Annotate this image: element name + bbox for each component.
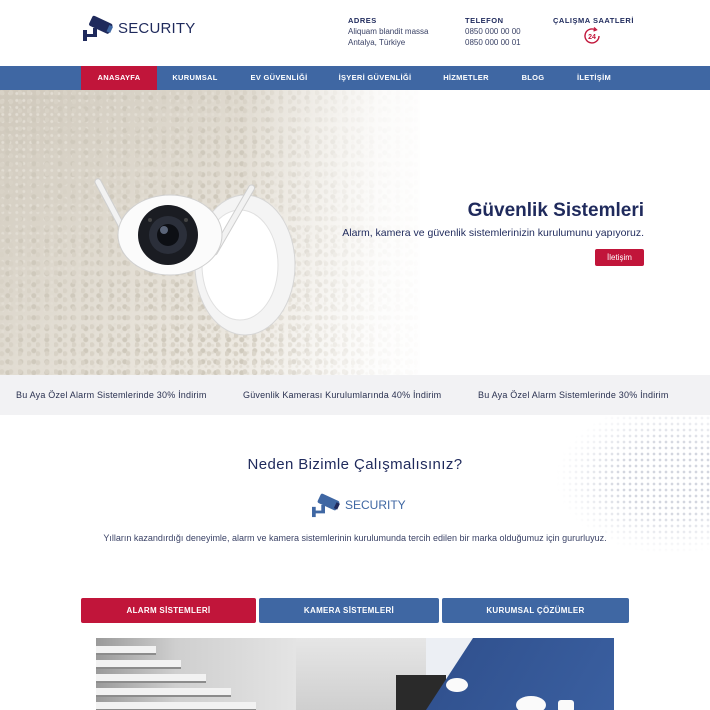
ticker-item[interactable]: Bu Aya Özel Alarm Sistemlerinde 30% İndi… (16, 375, 207, 415)
alarm-device (446, 678, 468, 692)
nav-item-ev-guvenligi[interactable]: EV GÜVENLİĞİ (241, 66, 317, 90)
hours-label: ÇALIŞMA SAATLERİ (553, 16, 634, 25)
why-title: Neden Bizimle Çalışmalısınız? (247, 456, 463, 473)
nav-item-iletisim[interactable]: İLETİŞİM (568, 66, 620, 90)
address-line-2: Antalya, Türkiye (348, 38, 406, 47)
phone-line-1[interactable]: 0850 000 00 00 (465, 26, 521, 37)
phone-label: TELEFON (465, 16, 504, 25)
nav-item-anasayfa[interactable]: ANASAYFA (81, 66, 157, 90)
phone-line-2[interactable]: 0850 000 00 01 (465, 37, 521, 48)
why-description: Yılların kazandırdığı deneyimle, alarm v… (103, 533, 607, 543)
alarm-systems-image (96, 638, 614, 710)
hero-title: Güvenlik Sistemleri (467, 200, 644, 221)
alarm-device (516, 696, 546, 710)
stairs-photo (96, 638, 296, 710)
main-navigation: ANASAYFA KURUMSAL EV GÜVENLİĞİ İŞYERİ GÜ… (0, 66, 710, 90)
step (96, 660, 181, 669)
tab-alarm-sistemleri[interactable]: ALARM SİSTEMLERİ (81, 598, 256, 623)
nav-item-hizmetler[interactable]: HİZMETLER (434, 66, 498, 90)
step (96, 688, 231, 697)
hero-subtitle: Alarm, kamera ve güvenlik sistemlerinizi… (342, 227, 644, 239)
step (96, 646, 156, 655)
brand-name: SECURITY (118, 19, 196, 37)
ticker-item[interactable]: Bu Aya Özel Alarm Sistemlerinde 30% İndi… (478, 375, 669, 415)
brand-logo[interactable]: SECURITY (81, 14, 195, 42)
why-brand-logo: SECURITY (310, 492, 406, 518)
site-header: SECURITY ADRES Aliquam blandit massa Ant… (0, 0, 710, 66)
hours-badge: 24 (588, 34, 596, 41)
security-camera-icon (83, 15, 113, 41)
why-brand-name: SECURITY (345, 498, 406, 512)
address-block: ADRES Aliquam blandit massa Antalya, Tür… (348, 15, 428, 48)
phone-block: TELEFON 0850 000 00 00 0850 000 00 01 (465, 15, 521, 48)
address-label: ADRES (348, 16, 377, 25)
ticker-item[interactable]: Güvenlik Kamerası Kurulumlarında 40% İnd… (243, 375, 441, 415)
tab-kurumsal-cozumler[interactable]: KURUMSAL ÇÖZÜMLER (442, 598, 629, 623)
hero-contact-button[interactable]: İletişim (595, 249, 644, 266)
address-line-1: Aliquam blandit massa (348, 27, 429, 36)
tab-kamera-sistemleri[interactable]: KAMERA SİSTEMLERİ (259, 598, 439, 623)
nav-item-kurumsal[interactable]: KURUMSAL (164, 66, 226, 90)
step (96, 674, 206, 683)
hours-block: ÇALIŞMA SAATLERİ (553, 15, 634, 26)
camera-image (94, 178, 296, 336)
promo-ticker: Bu Aya Özel Alarm Sistemlerinde 30% İndi… (0, 375, 710, 415)
alarm-device (558, 700, 574, 710)
step (96, 702, 256, 710)
nav-item-blog[interactable]: BLOG (514, 66, 552, 90)
hero-banner: Güvenlik Sistemleri Alarm, kamera ve güv… (0, 90, 710, 375)
nav-item-isyeri-guvenligi[interactable]: İŞYERİ GÜVENLİĞİ (330, 66, 420, 90)
security-camera-icon (312, 493, 340, 518)
clock-24-icon: 24 (584, 27, 600, 44)
